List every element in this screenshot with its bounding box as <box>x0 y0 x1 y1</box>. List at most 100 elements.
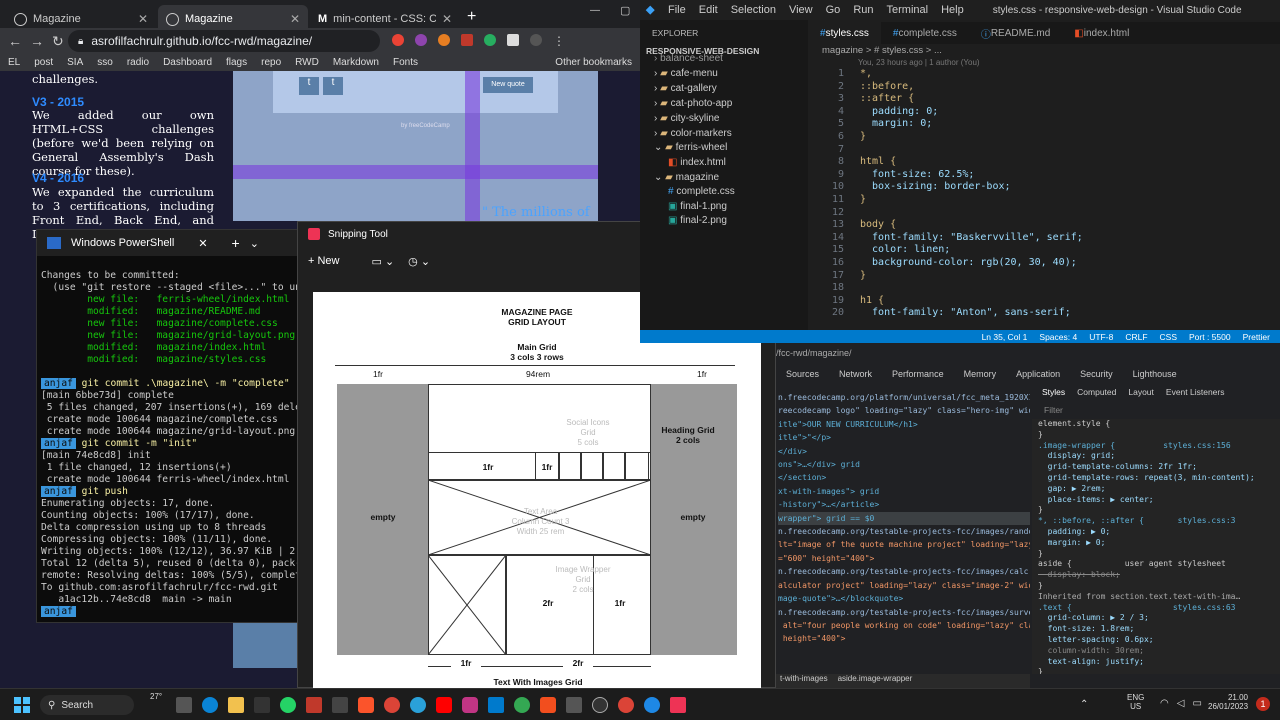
devtools-tab[interactable]: Security <box>1080 369 1113 379</box>
breadcrumb-item[interactable]: aside.image-wrapper <box>838 674 913 688</box>
battery-icon[interactable]: ▭ <box>1192 698 1201 709</box>
folder-item[interactable]: › ▰ cat-photo-app <box>654 98 732 109</box>
file-item[interactable]: ▣ final-2.png <box>668 215 727 226</box>
tumblr-icon[interactable]: t <box>323 77 343 95</box>
maximize-button[interactable]: ▢ <box>620 4 630 17</box>
maps-icon[interactable] <box>514 697 530 713</box>
extension-icon[interactable] <box>392 34 404 46</box>
app-icon[interactable] <box>306 697 322 713</box>
editor-tab[interactable]: ⓘ README.md <box>969 22 1062 44</box>
editor-tab[interactable]: ◧ index.html <box>1062 22 1141 44</box>
minimize-button[interactable]: — <box>590 5 600 16</box>
styles-pane[interactable]: element.style {} .image-wrapper { styles.… <box>1032 419 1280 674</box>
weather-widget[interactable]: 27° <box>150 692 162 701</box>
menu-item[interactable]: File <box>668 4 686 16</box>
bookmark[interactable]: radio <box>127 57 149 68</box>
devtools-tab[interactable]: Network <box>839 369 872 379</box>
bookmark[interactable]: Dashboard <box>163 57 212 68</box>
close-icon[interactable]: ✕ <box>198 237 207 250</box>
github-icon[interactable] <box>592 697 608 713</box>
terminal-output[interactable]: Changes to be committed: (use "git resto… <box>41 270 318 618</box>
address-bar[interactable]: 🔒︎ asrofilfachrulr.github.io/fcc-rwd/maga… <box>68 30 380 52</box>
file-explorer-icon[interactable] <box>228 697 244 713</box>
layout-tab[interactable]: Layout <box>1128 387 1154 397</box>
folder-item[interactable]: ⌄ ▰ ferris-wheel <box>654 142 727 153</box>
editor-tab[interactable]: # complete.css <box>881 22 969 44</box>
code-editor[interactable]: 1 *, 2::before, 3::after {4 padding: 0; 5 ma… <box>808 68 1083 320</box>
new-quote-button[interactable]: New quote <box>483 77 533 93</box>
menu-item[interactable]: Run <box>853 4 873 16</box>
styles-tab[interactable]: Styles <box>1042 387 1065 397</box>
figma-icon[interactable] <box>540 697 556 713</box>
edge-icon[interactable] <box>202 697 218 713</box>
chrome-icon[interactable] <box>384 697 400 713</box>
other-bookmarks[interactable]: Other bookmarks <box>555 57 640 68</box>
twitter-icon[interactable]: t <box>299 77 319 95</box>
menu-item[interactable]: Terminal <box>887 4 929 16</box>
breadcrumb[interactable]: magazine > # styles.css > ... <box>822 45 942 56</box>
devtools-tab[interactable]: Lighthouse <box>1133 369 1177 379</box>
live-server-port[interactable]: Port : 5500 <box>1189 332 1231 342</box>
new-snip-button[interactable]: + New <box>308 255 340 267</box>
language-indicator[interactable]: ENG US <box>1127 693 1144 711</box>
menu-item[interactable]: View <box>789 4 813 16</box>
new-tab-button[interactable]: + <box>467 8 476 26</box>
folder-item[interactable]: ⌄ ▰ magazine <box>654 172 719 183</box>
extension-icon[interactable] <box>415 34 427 46</box>
clock[interactable]: 21.00 26/01/2023 <box>1208 693 1248 711</box>
volume-icon[interactable]: ◁ <box>1177 698 1185 709</box>
prettier-status[interactable]: Prettier <box>1243 332 1270 342</box>
event-listeners-tab[interactable]: Event Listeners <box>1166 387 1225 397</box>
forward-icon[interactable]: → <box>30 33 44 49</box>
bookmark[interactable]: flags <box>226 57 247 68</box>
breadcrumb-item[interactable]: t-with-images <box>780 674 828 688</box>
extension-icon[interactable] <box>461 34 473 46</box>
chevron-down-icon[interactable]: ⌄ <box>250 237 259 250</box>
encoding[interactable]: UTF-8 <box>1089 332 1113 342</box>
folder-item[interactable]: › ▰ color-markers <box>654 128 732 139</box>
editor-tab-active[interactable]: # styles.css <box>808 22 881 44</box>
extension-icon[interactable] <box>507 34 519 46</box>
line-ending[interactable]: CRLF <box>1125 332 1147 342</box>
search-box[interactable]: ⚲ Search <box>40 695 134 715</box>
menu-item[interactable]: Selection <box>731 4 776 16</box>
start-button[interactable] <box>14 697 30 713</box>
menu-icon[interactable]: ⋮ <box>553 34 565 48</box>
terminal-icon[interactable] <box>332 697 348 713</box>
wifi-icon[interactable]: ◠ <box>1160 698 1169 709</box>
computed-tab[interactable]: Computed <box>1077 387 1116 397</box>
delay-button[interactable]: ◷ ⌄ <box>408 255 430 268</box>
folder-item[interactable]: › balance-sheet <box>654 53 723 64</box>
app-icon[interactable] <box>644 697 660 713</box>
indentation[interactable]: Spaces: 4 <box>1039 332 1077 342</box>
notification-badge[interactable]: 1 <box>1256 697 1270 711</box>
menu-item[interactable]: Help <box>941 4 964 16</box>
youtube-icon[interactable] <box>436 697 452 713</box>
styles-filter-input[interactable]: Filter <box>1044 405 1063 415</box>
dom-tree[interactable]: n.freecodecamp.org/platform/universal/fc… <box>776 391 1030 696</box>
widgets-icon[interactable] <box>176 697 192 713</box>
menu-item[interactable]: Go <box>826 4 841 16</box>
bookmark[interactable]: sso <box>97 57 113 68</box>
menu-item[interactable]: Edit <box>699 4 718 16</box>
telegram-icon[interactable] <box>410 697 426 713</box>
bookmark[interactable]: EL <box>8 57 20 68</box>
snip-mode-button[interactable]: ▭ ⌄ <box>372 255 395 268</box>
chrome-icon[interactable] <box>618 697 634 713</box>
app-icon[interactable] <box>254 697 270 713</box>
bookmark[interactable]: Markdown <box>333 57 379 68</box>
bookmark[interactable]: Fonts <box>393 57 418 68</box>
file-item[interactable]: ▣ final-1.png <box>668 201 727 212</box>
snipping-tool-icon[interactable] <box>670 697 686 713</box>
file-item[interactable]: # complete.css <box>668 186 735 197</box>
bookmark[interactable]: repo <box>261 57 281 68</box>
devtools-tab[interactable]: Performance <box>892 369 944 379</box>
folder-item[interactable]: › ▰ cafe-menu <box>654 68 718 79</box>
chevron-up-icon[interactable]: ⌃ <box>1080 699 1088 710</box>
app-icon[interactable] <box>566 697 582 713</box>
bookmark[interactable]: RWD <box>295 57 319 68</box>
new-tab-button[interactable]: + <box>232 235 240 251</box>
reload-icon[interactable]: ↻ <box>52 33 64 50</box>
close-icon[interactable]: ✕ <box>442 12 452 26</box>
extension-icon[interactable] <box>484 34 496 46</box>
